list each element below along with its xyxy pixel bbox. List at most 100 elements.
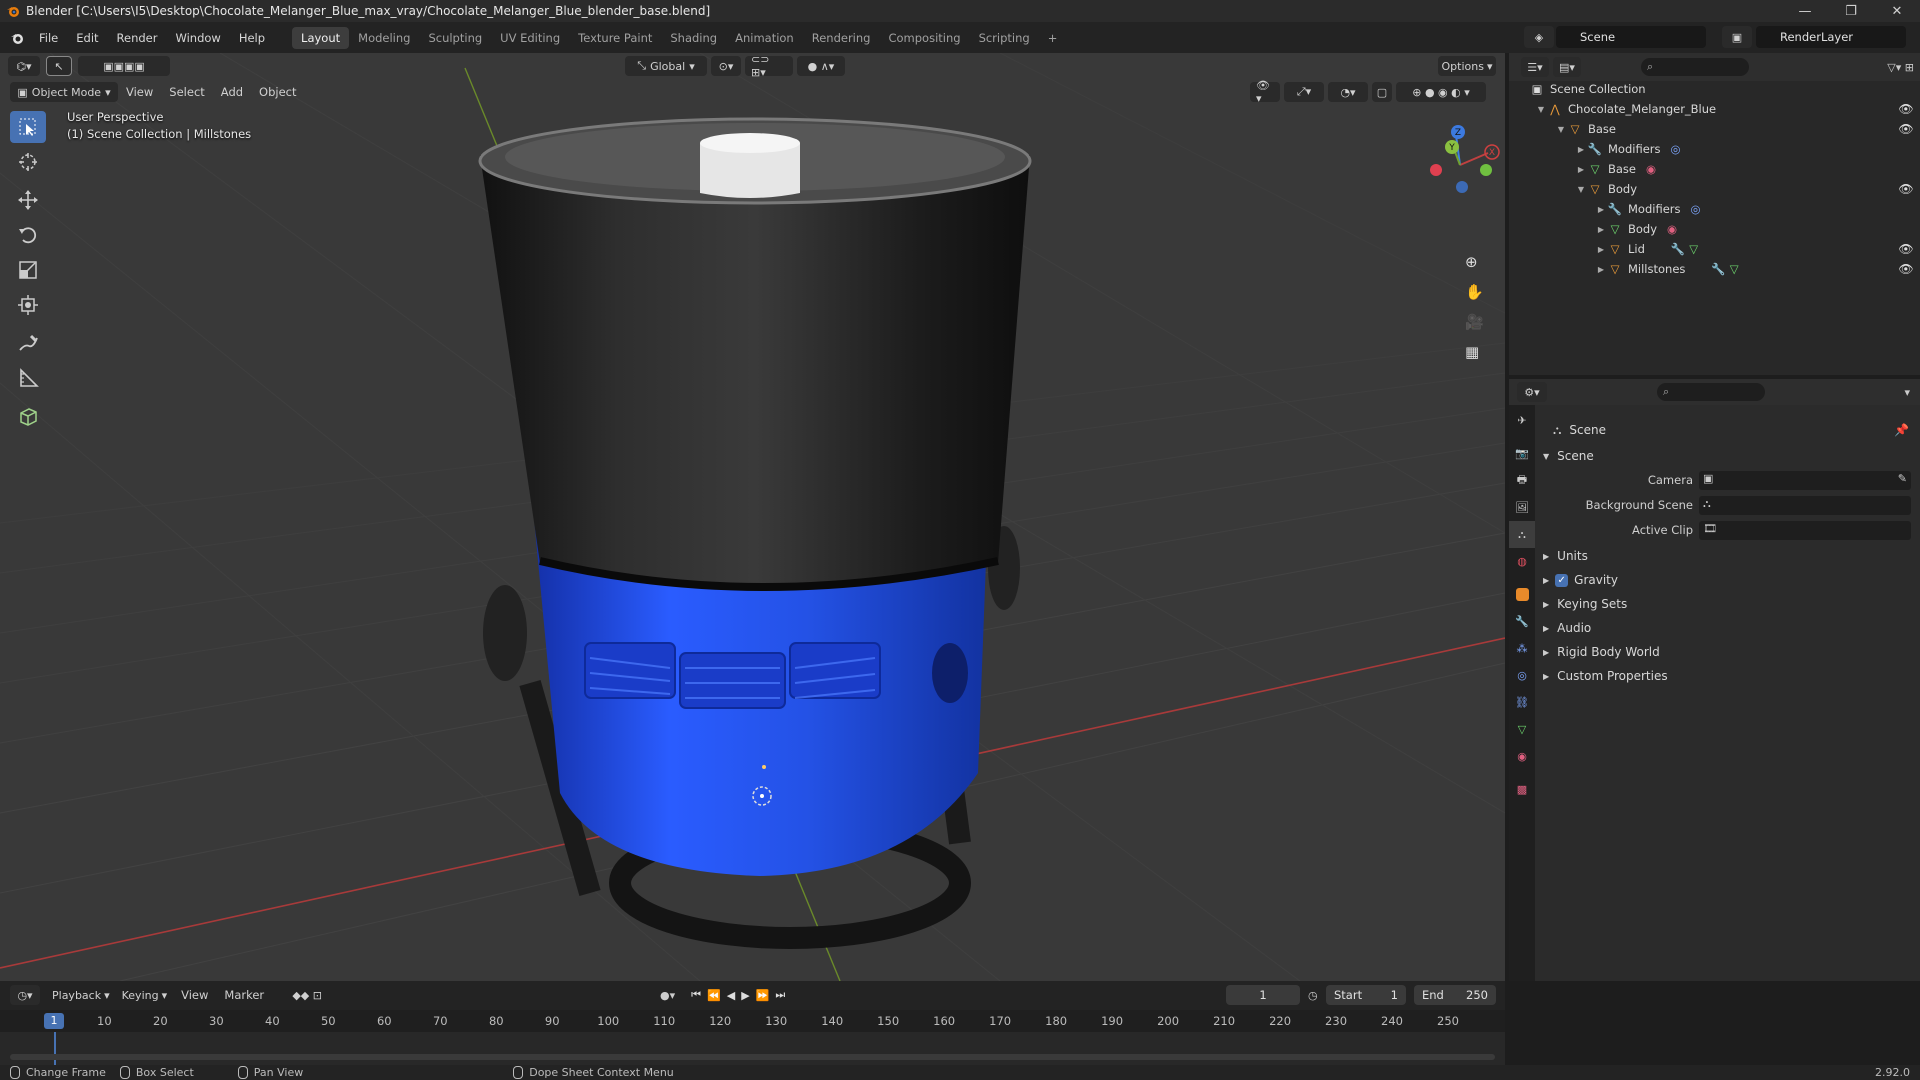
camera-view-icon[interactable]: 🎥: [1465, 313, 1484, 331]
expand-arrow-icon[interactable]: ▶: [1595, 225, 1607, 234]
shading-mode-icons[interactable]: ⊕ ● ◉ ◐ ▾: [1396, 82, 1486, 102]
visibility-eye-icon[interactable]: 👁: [1898, 122, 1914, 136]
menu-file[interactable]: File: [30, 31, 67, 45]
menu-help[interactable]: Help: [230, 31, 274, 45]
outliner-row-body-modifiers[interactable]: ▶ 🔧 Modifiers ◎: [1509, 199, 1920, 219]
current-frame-field[interactable]: 1: [1226, 985, 1300, 1005]
keying-sets-panel[interactable]: ▶ Keying Sets: [1539, 593, 1919, 615]
units-panel[interactable]: ▶ Units: [1539, 545, 1919, 567]
keying-menu[interactable]: Keying ▾: [116, 985, 173, 1005]
outliner-row-body-mesh[interactable]: ▶ ▽ Body ◉: [1509, 219, 1920, 239]
outliner-row-body[interactable]: ▼ ▽ Body 👁: [1509, 179, 1920, 199]
outliner-editor-type-icon[interactable]: ☰▾: [1521, 57, 1549, 77]
tab-rendering[interactable]: Rendering: [803, 27, 880, 49]
outliner-search-input[interactable]: ⌕: [1641, 58, 1749, 76]
add-workspace-button[interactable]: +: [1039, 27, 1067, 49]
neg-x-axis-handle[interactable]: [1430, 164, 1442, 176]
transform-orientation-dropdown[interactable]: ⤡ Global ▾: [625, 56, 707, 76]
record-icon[interactable]: ●▾: [660, 989, 675, 1002]
view-layer-selector[interactable]: RenderLayer: [1756, 26, 1906, 48]
chevron-down-icon[interactable]: ▾: [1904, 386, 1910, 399]
tab-particles-icon[interactable]: ⁂: [1509, 635, 1535, 662]
camera-field[interactable]: ▣ ✎: [1699, 470, 1911, 490]
filter-icon[interactable]: ▽▾ ⊞: [1887, 61, 1914, 74]
outliner-row-scene-collection[interactable]: ▣ Scene Collection: [1509, 79, 1920, 99]
tab-animation[interactable]: Animation: [726, 27, 803, 49]
tab-modeling[interactable]: Modeling: [349, 27, 419, 49]
visibility-eye-icon[interactable]: 👁: [1898, 182, 1914, 196]
menu-marker[interactable]: Marker: [216, 988, 272, 1002]
minimize-button[interactable]: —: [1782, 0, 1828, 22]
tab-sculpting[interactable]: Sculpting: [419, 27, 491, 49]
background-scene-field[interactable]: ⛬: [1699, 495, 1911, 515]
expand-arrow-icon[interactable]: ▼: [1575, 185, 1587, 194]
jump-keyframe-forward-icon[interactable]: ⏩: [756, 989, 770, 1002]
gizmo-toggle-icon[interactable]: ⤢▾: [1284, 82, 1324, 102]
menu-select[interactable]: Select: [161, 85, 212, 99]
tab-constraints-icon[interactable]: ⛓: [1509, 689, 1535, 716]
tab-physics-icon[interactable]: ◎: [1509, 662, 1535, 689]
play-icon[interactable]: ▶: [741, 989, 749, 1002]
pin-icon[interactable]: 📌: [1894, 423, 1909, 437]
tab-texture-icon[interactable]: ▩: [1509, 776, 1535, 803]
neg-z-axis-handle[interactable]: [1456, 181, 1468, 193]
close-button[interactable]: ✕: [1874, 0, 1920, 22]
zoom-icon[interactable]: ⊕: [1465, 253, 1478, 271]
scene-browse-icon[interactable]: ◈: [1524, 26, 1554, 48]
tool-scale[interactable]: [10, 254, 46, 286]
axis-gizmo[interactable]: X Z Y: [1410, 115, 1505, 215]
tab-object-icon[interactable]: [1509, 581, 1535, 608]
visibility-eye-icon[interactable]: 👁: [1898, 262, 1914, 276]
tab-texture-paint[interactable]: Texture Paint: [569, 27, 661, 49]
outliner-row-chocolate-melanger[interactable]: ▼ ⋀ Chocolate_Melanger_Blue 👁: [1509, 99, 1920, 119]
current-frame-indicator[interactable]: 1: [44, 1013, 64, 1029]
expand-arrow-icon[interactable]: ▶: [1595, 265, 1607, 274]
audio-panel[interactable]: ▶ Audio: [1539, 617, 1919, 639]
eyedropper-icon[interactable]: ✎: [1898, 472, 1907, 485]
start-frame-field[interactable]: Start 1: [1326, 985, 1406, 1005]
end-frame-field[interactable]: End 250: [1414, 985, 1496, 1005]
maximize-button[interactable]: ❐: [1828, 0, 1874, 22]
overlay-toggle-icon[interactable]: ◔▾: [1328, 82, 1368, 102]
tab-material-icon[interactable]: ◉: [1509, 743, 1535, 770]
tool-annotate[interactable]: [10, 327, 46, 359]
menu-view[interactable]: View: [118, 85, 161, 99]
3d-viewport[interactable]: ⌬▾ ↖ ▣▣▣▣ ⤡ Global ▾ ⊙▾ ⊂⊃ ⊞▾ ● ∧▾ Optio…: [0, 53, 1505, 981]
play-reverse-icon[interactable]: ◀: [727, 989, 735, 1002]
tool-move[interactable]: [10, 184, 46, 216]
pan-hand-icon[interactable]: ✋: [1465, 283, 1484, 301]
display-mode-icon[interactable]: ▤▾: [1553, 57, 1581, 77]
menu-add[interactable]: Add: [213, 85, 251, 99]
visibility-eye-icon[interactable]: 👁: [1898, 242, 1914, 256]
tab-tool-icon[interactable]: ✈: [1509, 407, 1535, 434]
tab-uv-editing[interactable]: UV Editing: [491, 27, 569, 49]
pivot-point-icon[interactable]: ⊙▾: [711, 56, 741, 76]
select-mode-icon[interactable]: ↖: [46, 56, 72, 76]
tab-world-icon[interactable]: ◍: [1509, 548, 1535, 575]
visibility-icon[interactable]: 👁▾: [1250, 79, 1280, 105]
preview-range-icon[interactable]: ◷: [1308, 989, 1318, 1002]
jump-end-icon[interactable]: ⏭: [775, 988, 785, 1002]
proportional-edit-icon[interactable]: ● ∧▾: [797, 56, 845, 76]
outliner-row-base[interactable]: ▼ ▽ Base 👁: [1509, 119, 1920, 139]
rigid-body-world-panel[interactable]: ▶ Rigid Body World: [1539, 641, 1919, 663]
tab-scripting[interactable]: Scripting: [970, 27, 1039, 49]
tab-layout[interactable]: Layout: [292, 26, 350, 49]
custom-properties-panel[interactable]: ▶ Custom Properties: [1539, 665, 1919, 687]
blender-menu-icon[interactable]: [10, 31, 24, 45]
expand-arrow-icon[interactable]: ▶: [1595, 245, 1607, 254]
mode-dropdown[interactable]: ▣ Object Mode ▾: [10, 82, 118, 102]
expand-arrow-icon[interactable]: ▼: [1555, 125, 1567, 134]
tab-modifiers-icon[interactable]: 🔧: [1509, 608, 1535, 635]
tab-scene-icon[interactable]: ⛬: [1509, 521, 1535, 548]
menu-edit[interactable]: Edit: [67, 31, 107, 45]
timeline-ruler[interactable]: 1 10 20 30 40 50 60 70 80 90 100 110 120 130 140 150 160…: [0, 1010, 1505, 1032]
expand-arrow-icon[interactable]: ▶: [1575, 145, 1587, 154]
gravity-panel[interactable]: ▶ ✓ Gravity: [1539, 569, 1919, 591]
expand-arrow-icon[interactable]: ▶: [1595, 205, 1607, 214]
playback-menu[interactable]: Playback ▾: [46, 985, 116, 1005]
expand-arrow-icon[interactable]: ▶: [1575, 165, 1587, 174]
timeline-editor-type-icon[interactable]: ◷▾: [10, 985, 40, 1005]
jump-keyframe-back-icon[interactable]: ⏪: [707, 989, 721, 1002]
editor-type-icon[interactable]: ⌬▾: [8, 56, 40, 76]
